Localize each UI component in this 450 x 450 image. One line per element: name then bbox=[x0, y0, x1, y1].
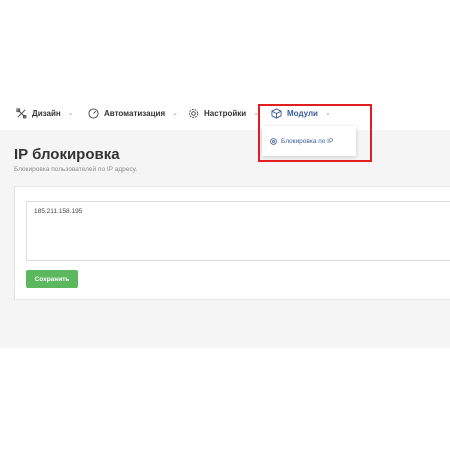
save-button[interactable]: Сохранить bbox=[26, 270, 78, 288]
cube-icon bbox=[271, 107, 282, 119]
modules-dropdown: Блокировка по IP bbox=[262, 126, 356, 156]
chevron-down-icon: ⌄ bbox=[172, 110, 178, 117]
nav-label-settings: Настройки bbox=[204, 108, 247, 118]
nav-item-design[interactable]: Дизайн ⌄ bbox=[16, 106, 74, 120]
design-tools-icon bbox=[16, 107, 27, 119]
dropdown-item-ip-block[interactable]: Блокировка по IP bbox=[281, 138, 333, 145]
nav-item-automation[interactable]: Автоматизация ⌄ bbox=[88, 106, 178, 120]
page-subtitle: Блокировка пользователей по IP адресу. bbox=[14, 166, 137, 173]
app-canvas: Дизайн ⌄ Автоматизация ⌄ Настройки ⌄ Мод… bbox=[0, 0, 450, 450]
chevron-down-icon: ⌄ bbox=[324, 110, 331, 117]
page-title: IP блокировка bbox=[14, 146, 120, 163]
chevron-down-icon: ⌄ bbox=[253, 110, 260, 117]
ip-list-textarea[interactable]: 185.211.158.195 bbox=[26, 201, 450, 261]
nav-label-design: Дизайн bbox=[32, 108, 61, 118]
chevron-down-icon: ⌄ bbox=[67, 110, 74, 117]
top-navigation: Дизайн ⌄ Автоматизация ⌄ Настройки ⌄ Мод… bbox=[0, 100, 450, 126]
target-icon bbox=[270, 137, 277, 145]
nav-item-settings[interactable]: Настройки ⌄ bbox=[188, 106, 259, 120]
nav-item-modules[interactable]: Модули ⌄ bbox=[271, 106, 331, 120]
nav-label-modules: Модули bbox=[287, 108, 318, 118]
nav-label-automation: Автоматизация bbox=[104, 108, 166, 118]
automation-gauge-icon bbox=[88, 107, 99, 119]
gear-icon bbox=[188, 108, 199, 119]
